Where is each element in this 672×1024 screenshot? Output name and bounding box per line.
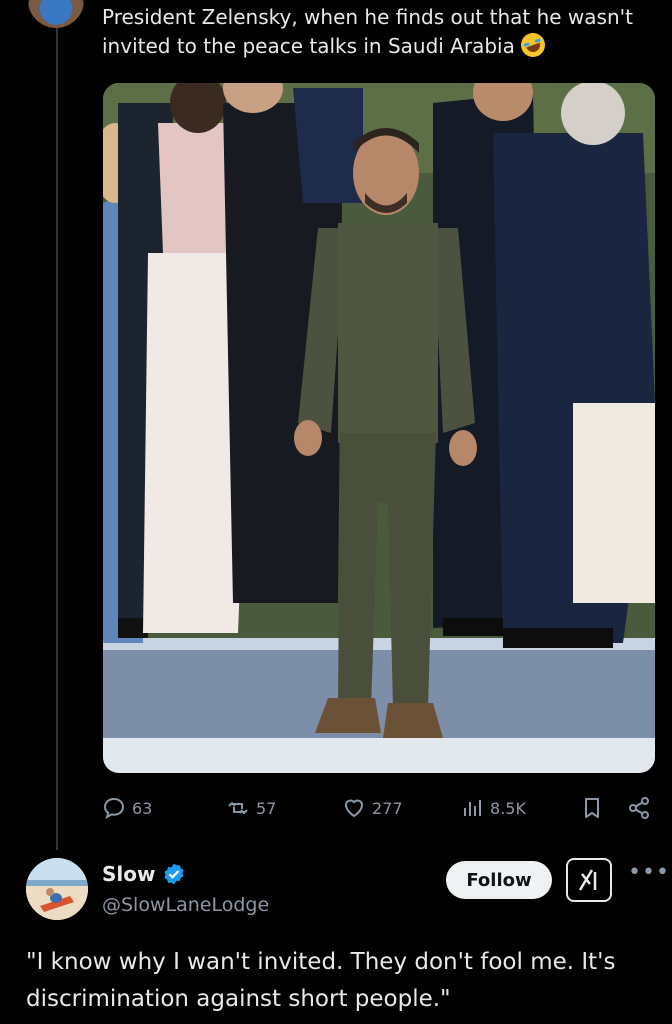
bookmark-icon bbox=[585, 798, 599, 818]
views-button[interactable]: 8.5K bbox=[460, 792, 526, 824]
reply-author-handle[interactable]: @SlowLaneLodge bbox=[102, 894, 269, 916]
like-count: 277 bbox=[372, 798, 403, 818]
share-icon bbox=[629, 797, 649, 819]
thread-connector-line bbox=[56, 28, 58, 850]
views-chart-icon bbox=[464, 800, 481, 816]
post-photo-illustration bbox=[103, 83, 655, 773]
share-button[interactable] bbox=[627, 792, 651, 824]
reply-text: "I know why I wan't invited. They don't … bbox=[26, 949, 616, 1012]
repost-button[interactable]: 57 bbox=[226, 792, 276, 824]
reply-author-name[interactable]: Slow bbox=[102, 862, 155, 886]
beach-photo-illustration bbox=[26, 858, 88, 920]
bookmark-button[interactable] bbox=[580, 792, 604, 824]
like-button[interactable]: 277 bbox=[342, 792, 403, 824]
laughing-emoji-icon bbox=[517, 29, 549, 61]
grok-icon[interactable] bbox=[566, 858, 612, 902]
reply-button[interactable]: 63 bbox=[102, 792, 152, 824]
verified-badge-icon bbox=[164, 863, 184, 885]
reply-author-avatar[interactable] bbox=[26, 858, 88, 920]
post-text-content: President Zelensky, when he finds out th… bbox=[102, 5, 633, 58]
post-image[interactable] bbox=[103, 83, 655, 773]
heart-icon bbox=[344, 799, 364, 818]
author-avatar[interactable] bbox=[28, 0, 84, 28]
grok-slash-glyph bbox=[578, 869, 597, 891]
repost-icon bbox=[228, 802, 248, 814]
reply-count: 63 bbox=[132, 798, 153, 818]
follow-button[interactable]: Follow bbox=[446, 861, 552, 899]
post-text: President Zelensky, when he finds out th… bbox=[102, 3, 652, 61]
repost-count: 57 bbox=[256, 798, 277, 818]
reply-icon bbox=[103, 797, 125, 820]
post-action-bar: 63 57 277 8.5K bbox=[102, 792, 657, 824]
views-count: 8.5K bbox=[490, 798, 526, 818]
more-options-icon[interactable]: ••• bbox=[628, 860, 670, 885]
